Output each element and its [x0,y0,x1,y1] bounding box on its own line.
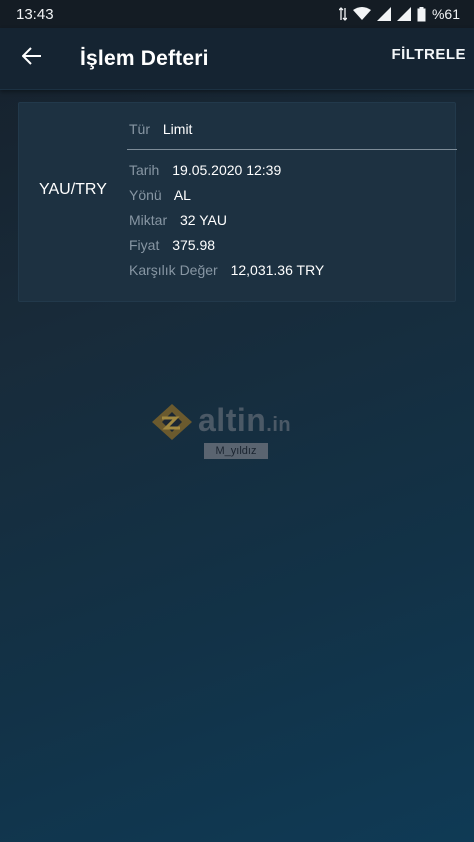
detail-row-direction: Yönü AL [129,187,191,203]
detail-row-price: Fiyat 375.98 [129,237,215,253]
filter-button[interactable]: FİLTRELE [391,46,466,63]
detail-value: 19.05.2020 12:39 [172,162,282,178]
detail-key: Miktar [129,212,168,228]
back-button[interactable] [0,28,64,90]
detail-value: 12,031.36 TRY [230,262,325,278]
trade-card[interactable]: YAU/TRY Tür Limit Tarih 19.05.2020 12:39… [18,102,457,302]
detail-key: Karşılık Değer [129,262,218,278]
signal-icon-secondary [396,7,411,21]
divider [127,149,457,150]
watermark: altin.in M_yıldız [152,400,332,462]
wifi-icon [352,7,371,21]
trade-type-row: Tür Limit [129,121,192,137]
watermark-logo-icon [152,404,192,445]
app-bar: İşlem Defteri FİLTRELE [0,28,474,90]
detail-row-date: Tarih 19.05.2020 12:39 [129,162,281,178]
trade-pair: YAU/TRY [39,181,107,198]
trade-type-key: Tür [129,121,150,137]
watermark-brand: altin.in [198,402,292,438]
page-title: İşlem Defteri [80,46,209,70]
detail-row-amount: Miktar 32 YAU [129,212,227,228]
signal-icon [376,7,391,21]
status-bar: 13:43 %61 [0,0,474,28]
status-time: 13:43 [16,5,54,23]
detail-key: Fiyat [129,237,160,253]
trade-type-value: Limit [162,121,193,137]
detail-row-total: Karşılık Değer 12,031.36 TRY [129,262,324,278]
data-arrows-icon [338,7,347,21]
detail-value: AL [173,187,191,203]
watermark-suffix: .in [266,414,292,436]
battery-level: %61 [431,6,460,22]
watermark-user: M_yıldız [204,443,268,459]
battery-icon [417,6,426,22]
detail-key: Tarih [129,162,160,178]
back-arrow-icon [21,47,42,70]
detail-value: 32 YAU [180,212,227,228]
status-icons: %61 [338,6,460,22]
detail-value: 375.98 [172,237,216,253]
detail-key: Yönü [129,187,162,203]
